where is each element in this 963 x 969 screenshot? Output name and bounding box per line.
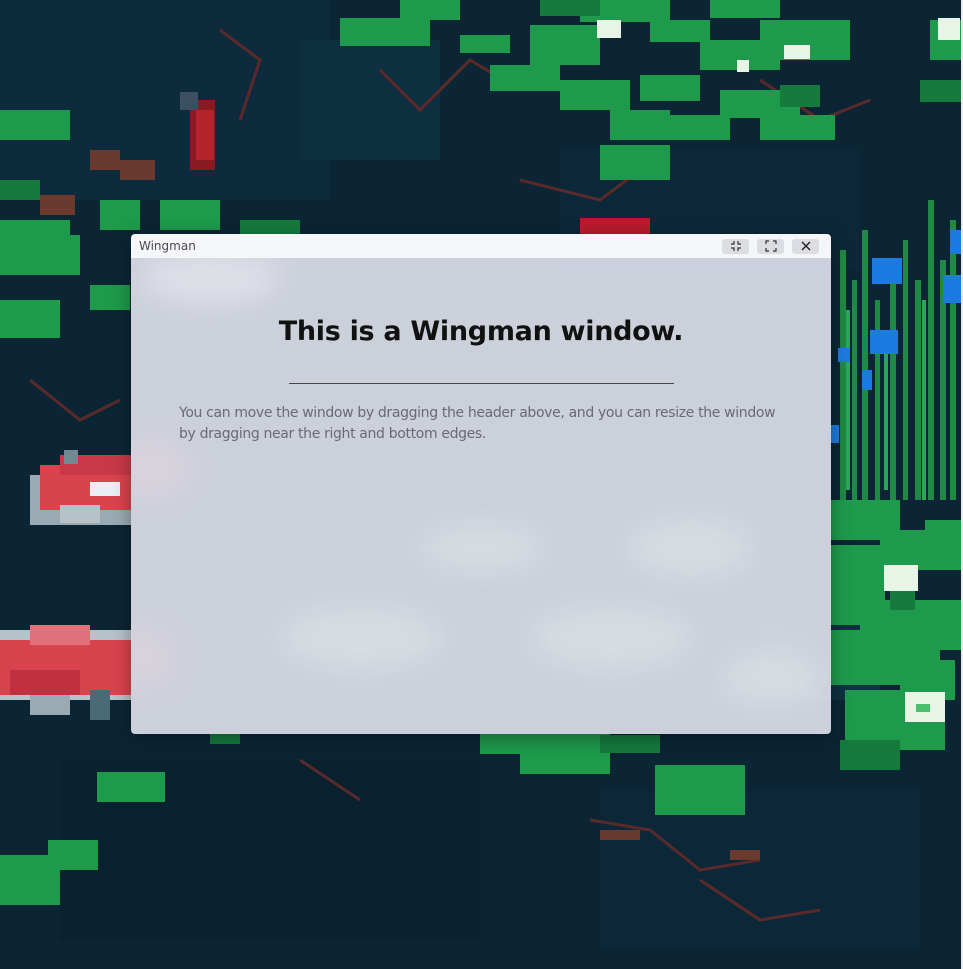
minimize-button[interactable] [722, 238, 749, 254]
window-controls [722, 238, 819, 254]
window-content: This is a Wingman window. You can move t… [131, 258, 831, 734]
divider [288, 383, 674, 384]
expand-icon [764, 240, 777, 252]
close-button[interactable] [792, 238, 819, 254]
window-title: Wingman [139, 239, 196, 253]
desktop: Wingman This is a Wingman window. You ca… [0, 0, 963, 969]
close-icon [801, 241, 810, 251]
window-description: You can move the window by dragging the … [179, 405, 776, 442]
maximize-button[interactable] [757, 238, 784, 254]
window-header[interactable]: Wingman [131, 234, 831, 258]
wingman-window[interactable]: Wingman This is a Wingman window. You ca… [131, 234, 831, 734]
collapse-icon [730, 241, 741, 251]
window-heading: This is a Wingman window. [278, 316, 684, 347]
